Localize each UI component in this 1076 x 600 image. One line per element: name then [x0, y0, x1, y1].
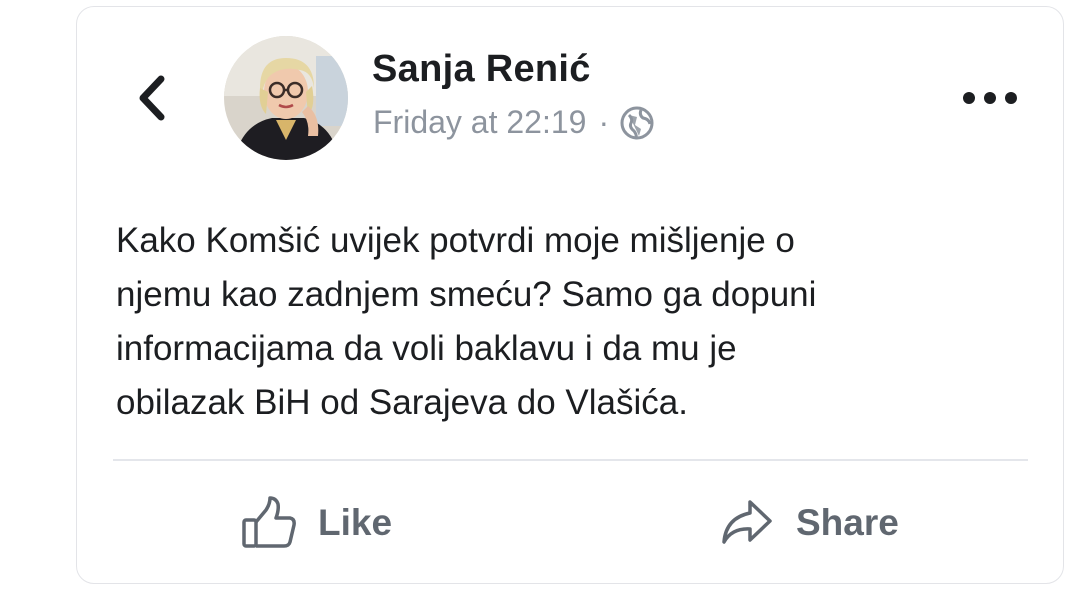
- thumbs-up-icon: [242, 496, 296, 548]
- post-text-line: njemu kao zadnjem smeću? Samo ga dopuni: [116, 275, 817, 314]
- post-timestamp[interactable]: Friday at 22:19: [373, 104, 586, 141]
- author-name[interactable]: Sanja Renić: [372, 48, 591, 91]
- more-dots-icon: [963, 92, 1017, 104]
- chevron-left-icon: [139, 75, 165, 121]
- back-button[interactable]: [130, 70, 174, 126]
- share-button[interactable]: Share: [718, 488, 899, 558]
- like-button[interactable]: Like: [240, 488, 392, 558]
- avatar[interactable]: [224, 36, 348, 160]
- globe-icon: [619, 105, 655, 141]
- post-text-line: informacijama da voli baklavu i da mu je: [116, 329, 737, 368]
- divider: [113, 459, 1028, 461]
- post-text-line: Kako Komšić uvijek potvrdi moje mišljenj…: [116, 221, 795, 260]
- post-text: Kako Komšić uvijek potvrdi moje mišljenj…: [116, 214, 1016, 430]
- share-arrow-icon: [722, 500, 772, 544]
- like-label: Like: [318, 502, 393, 543]
- more-options-button[interactable]: [958, 80, 1022, 116]
- post-meta: Friday at 22:19 ·: [373, 104, 655, 141]
- post-text-line: obilazak BiH od Sarajeva do Vlašića.: [116, 383, 688, 422]
- meta-separator: ·: [598, 104, 610, 140]
- share-label: Share: [796, 502, 899, 543]
- avatar-photo: [224, 36, 348, 160]
